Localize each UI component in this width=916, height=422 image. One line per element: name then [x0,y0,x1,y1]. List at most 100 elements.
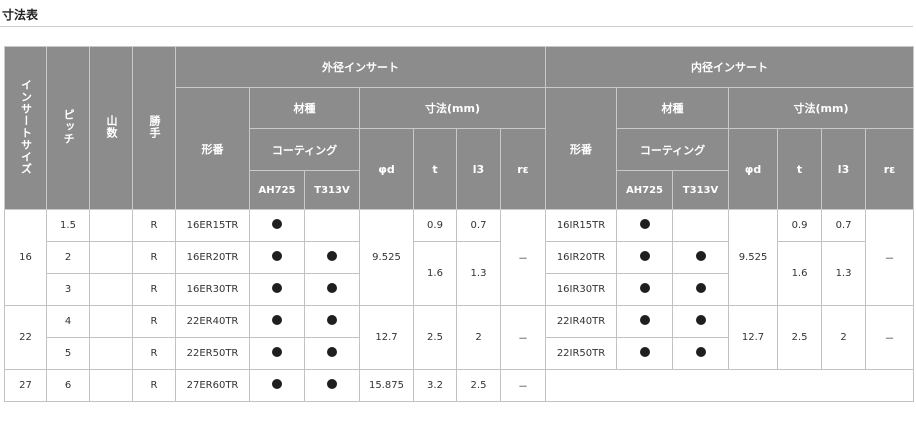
dimension-table: インサートサイズ ピッチ 山数 勝手 外径インサート 内径インサート 形番 材種… [4,46,915,402]
availability-dot-icon [639,347,650,357]
ext-t-cell: 3.2 [413,369,457,402]
table-row: 16 1.5 R 16ER15TR 9.525 0.9 0.7 － 16IR15… [4,209,915,306]
header-internal-insert: 内径インサート [545,46,915,88]
header-int-material: 材種 [616,87,730,129]
header-ext-t: t [413,128,457,210]
hand-cell: R [132,241,176,274]
availability-dot-icon [695,315,706,325]
header-ext-dimensions: 寸法(mm) [358,87,547,129]
availability-dot-icon [272,347,282,357]
ext-t313v-cell [304,209,360,242]
header-ext-part-no: 形番 [175,87,250,210]
availability-dot-icon [639,251,650,261]
ext-l3-cell: 2.5 [456,369,501,402]
ext-ah725-cell [249,337,305,370]
header-external-insert: 外径インサート [174,46,547,88]
int-ah725-cell [616,273,674,306]
size-cell: 16 [4,209,47,306]
availability-dot-icon [272,219,282,229]
header-ext-r-eps: rε [499,128,547,210]
table-row: 27 6 R 27ER60TR 15.875 3.2 2.5 － [4,369,915,402]
ext-t313v-cell [304,337,360,370]
int-ah725-cell [616,241,674,274]
availability-dot-icon [272,251,282,261]
header-insert-size: インサートサイズ [4,46,47,210]
header-int-r-eps: rε [865,128,915,210]
internal-empty-cell [545,369,915,402]
availability-dot-icon [695,251,706,261]
hand-cell: R [132,209,176,242]
int-part-cell: 16IR30TR [545,273,618,306]
int-t313v-cell [672,337,730,370]
pitch-cell: 6 [46,369,90,402]
header-int-part-no: 形番 [545,87,618,210]
ext-part-cell: 16ER30TR [175,273,250,306]
int-phi-d-cell: 12.7 [728,305,779,370]
int-phi-d-cell: 9.525 [728,209,779,306]
threads-cell [89,369,133,402]
pitch-cell: 4 [46,305,90,338]
availability-dot-icon [272,379,282,389]
threads-cell [89,273,133,306]
int-r-eps-cell: － [865,305,915,370]
ext-t-cell: 1.6 [413,241,457,306]
table-row: 22 4 R 22ER40TR 12.7 2.5 2 － 22IR40TR 12… [4,305,915,370]
int-t313v-cell [672,273,730,306]
int-part-cell: 16IR20TR [545,241,618,274]
int-l3-cell: 0.7 [821,209,867,242]
pitch-cell: 1.5 [46,209,90,242]
header-ext-ah725: AH725 [249,170,305,210]
title-divider [0,26,913,27]
ext-r-eps-cell: － [499,209,547,306]
availability-dot-icon [327,315,337,325]
header-int-l3: l3 [821,128,867,210]
size-cell: 22 [4,305,47,370]
ext-part-cell: 16ER20TR [175,241,250,274]
hand-cell: R [132,369,176,402]
threads-cell [89,337,133,370]
header-int-ah725: AH725 [616,170,674,210]
threads-cell [89,305,133,338]
ext-ah725-cell [249,209,305,242]
header-ext-phi-d: φd [359,128,414,210]
ext-l3-cell: 0.7 [456,209,501,242]
header-ext-l3: l3 [456,128,501,210]
ext-part-cell: 22ER50TR [175,337,250,370]
threads-cell [89,241,133,274]
table-row: 2 R 16ER20TR 1.6 1.3 16IR20TR 1.6 1.3 [5,241,914,306]
size-cell: 27 [4,369,47,402]
ext-t313v-cell [304,273,360,306]
header-threads: 山数 [89,46,133,210]
ext-phi-d-cell: 9.525 [359,209,414,306]
ext-ah725-cell [249,369,305,402]
availability-dot-icon [695,283,706,293]
pitch-cell: 5 [46,337,90,370]
header-ext-coating: コーティング [249,128,360,171]
pitch-cell: 3 [46,273,90,306]
availability-dot-icon [639,315,650,325]
ext-t313v-cell [304,369,360,402]
int-t-cell: 0.9 [777,209,823,242]
ext-t313v-cell [304,305,360,338]
header-int-phi-d: φd [728,128,779,210]
ext-part-cell: 27ER60TR [175,369,250,402]
header-int-t: t [777,128,823,210]
availability-dot-icon [327,251,337,261]
ext-ah725-cell [249,241,305,274]
int-t313v-cell [672,305,730,338]
ext-ah725-cell [249,273,305,306]
hand-cell: R [132,273,176,306]
ext-l3-cell: 2 [456,305,501,370]
ext-t-cell: 0.9 [413,209,457,242]
header-int-t313v: T313V [672,170,730,210]
int-ah725-cell [616,305,674,338]
int-ah725-cell [616,337,674,370]
int-t313v-cell [672,241,730,274]
int-r-eps-cell: － [865,209,915,306]
hand-cell: R [132,305,176,338]
availability-dot-icon [695,347,706,357]
pitch-cell: 2 [46,241,90,274]
availability-dot-icon [327,379,337,389]
int-t-cell: 2.5 [777,305,823,370]
ext-t-cell: 2.5 [413,305,457,370]
